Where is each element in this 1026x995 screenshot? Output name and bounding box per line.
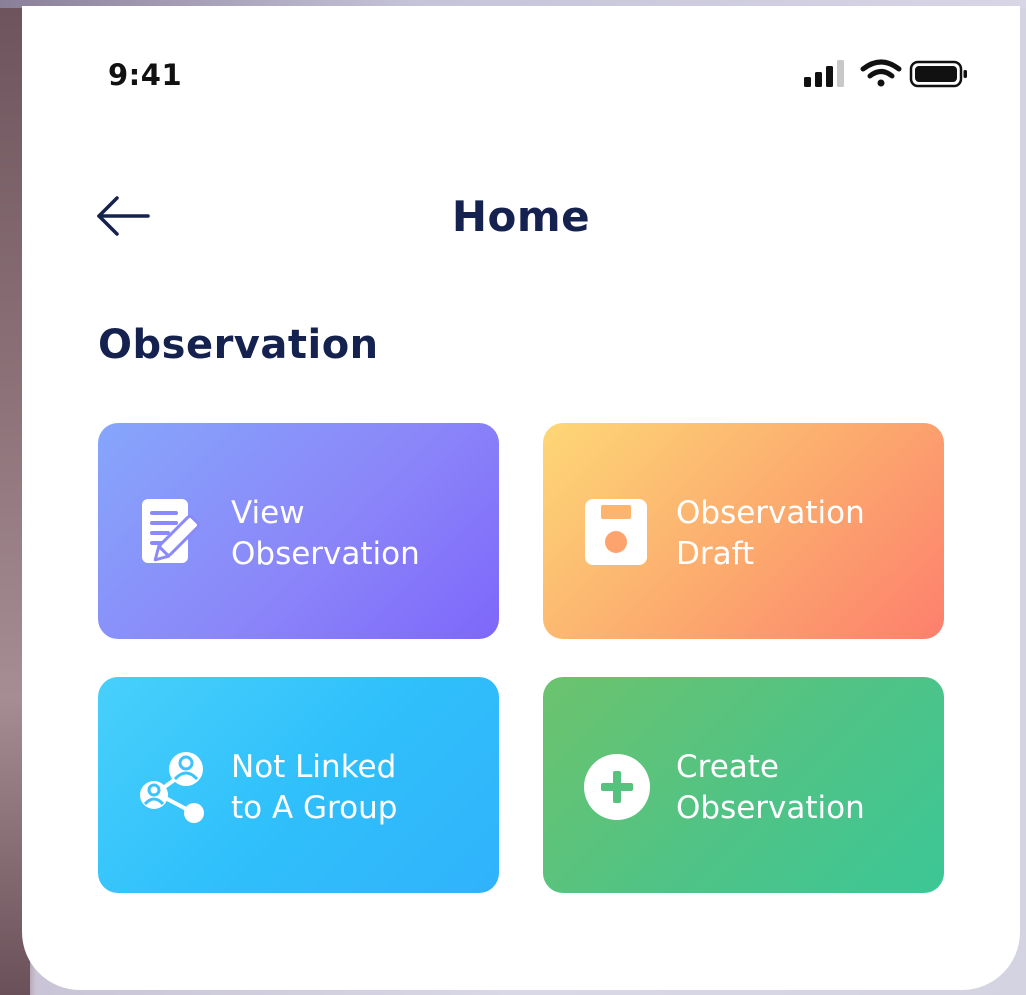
card-label: Observation Draft xyxy=(676,493,865,575)
card-label-line2: Observation xyxy=(231,536,420,572)
section-title: Observation xyxy=(98,322,379,368)
status-time: 9:41 xyxy=(108,58,183,92)
group-share-icon xyxy=(140,752,204,823)
card-label-line2: Observation xyxy=(676,790,865,826)
card-label-line2: to A Group xyxy=(231,790,398,826)
phone-screen: 9:41 Home Observation View Observation O… xyxy=(22,6,1020,990)
create-observation-card[interactable]: Create Observation xyxy=(543,677,944,893)
card-label: Not Linked to A Group xyxy=(231,747,397,829)
observation-draft-card[interactable]: Observation Draft xyxy=(543,423,944,639)
card-label: Create Observation xyxy=(676,747,865,829)
card-label: View Observation xyxy=(231,493,420,575)
view-observation-card[interactable]: View Observation xyxy=(98,423,499,639)
wifi-icon xyxy=(860,59,902,87)
card-label-line1: Create xyxy=(676,749,780,785)
card-label-line1: Observation xyxy=(676,495,865,531)
plus-circle-icon xyxy=(584,754,650,820)
card-label-line2: Draft xyxy=(676,536,755,572)
signal-icon xyxy=(804,60,844,87)
card-label-line1: Not Linked xyxy=(231,749,397,785)
document-edit-icon xyxy=(142,499,201,563)
card-label-line1: View xyxy=(231,495,305,531)
not-linked-card[interactable]: Not Linked to A Group xyxy=(98,677,499,893)
battery-icon xyxy=(909,60,967,88)
status-icons xyxy=(804,59,967,88)
floppy-disk-icon xyxy=(585,499,647,565)
page-title: Home xyxy=(451,192,591,241)
